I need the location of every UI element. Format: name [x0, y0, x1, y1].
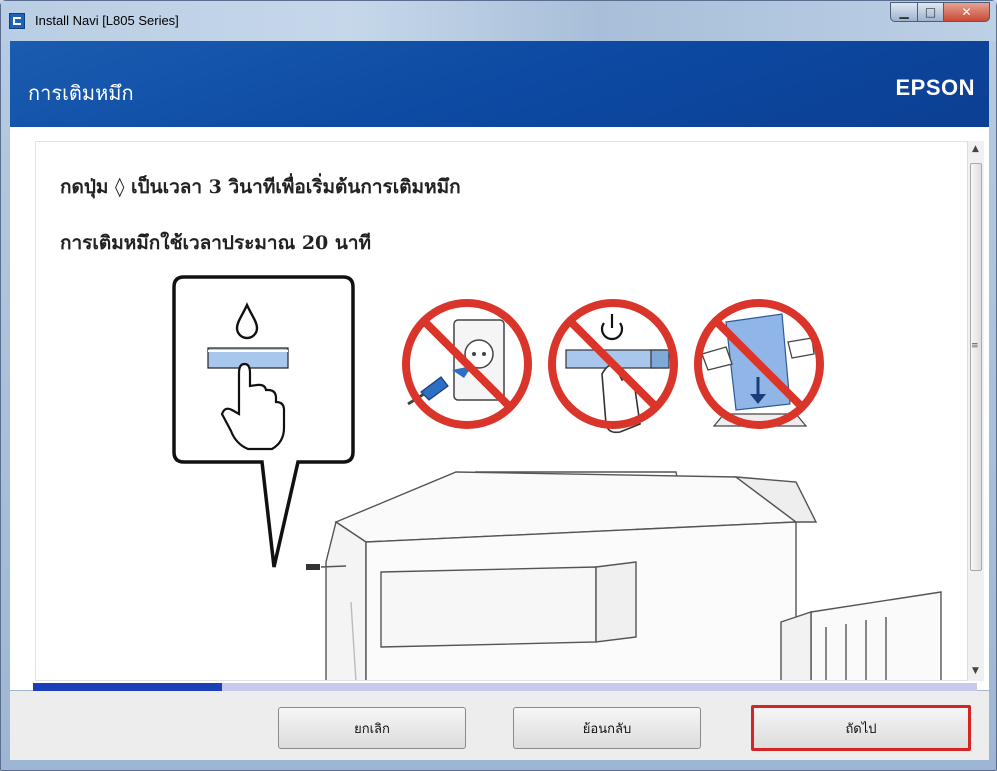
maximize-button[interactable]: □: [918, 2, 944, 22]
instruction-line-1: กดปุ่ม ◊ เป็นเวลา 3 วินาทีเพื่อเริ่มต้นก…: [60, 176, 461, 198]
close-button[interactable]: ✕: [944, 2, 990, 22]
instruction-illustration: [172, 275, 942, 680]
power-button-prohibited-icon: [548, 299, 678, 434]
instruction-area: กดปุ่ม ◊ เป็นเวลา 3 วินาทีเพื่อเริ่มต้นก…: [35, 141, 969, 681]
page-header: การเติมหมึก EPSON: [10, 41, 989, 127]
next-button[interactable]: ถัดไป: [751, 705, 971, 751]
back-button[interactable]: ย้อนกลับ: [513, 707, 701, 749]
page-title: การเติมหมึก: [28, 83, 134, 105]
app-icon: [9, 13, 25, 29]
window-title: Install Navi [L805 Series]: [35, 13, 179, 28]
content-panel: กดปุ่ม ◊ เป็นเวลา 3 วินาทีเพื่อเริ่มต้นก…: [10, 127, 989, 690]
progress-fill: [33, 683, 222, 691]
instruction-line-2: การเติมหมึกใช้เวลาประมาณ 20 นาที: [60, 232, 372, 254]
printer-illustration: [306, 471, 942, 680]
minimize-button[interactable]: ▁: [890, 2, 918, 22]
scrollbar-thumb[interactable]: [970, 163, 982, 571]
progress-bar: [33, 683, 977, 691]
unplug-prohibited-icon: [402, 299, 532, 429]
scroll-up-arrow-icon[interactable]: ▲: [972, 144, 979, 154]
window-controls: ▁ □ ✕: [890, 2, 990, 22]
footer-bar: ยกเลิก ย้อนกลับ ถัดไป: [10, 691, 989, 760]
install-navi-window: Install Navi [L805 Series] ▁ □ ✕ การเติม…: [0, 0, 997, 771]
cancel-button[interactable]: ยกเลิก: [278, 707, 466, 749]
scroll-grip-icon: ≡: [971, 341, 979, 351]
scroll-down-arrow-icon[interactable]: ▼: [972, 666, 979, 676]
button-callout: [172, 275, 355, 568]
title-bar: Install Navi [L805 Series] ▁ □ ✕: [1, 1, 996, 41]
epson-logo: EPSON: [895, 75, 975, 100]
load-paper-prohibited-icon: [694, 299, 824, 429]
vertical-scrollbar[interactable]: ▲ ≡ ▼: [967, 141, 984, 681]
